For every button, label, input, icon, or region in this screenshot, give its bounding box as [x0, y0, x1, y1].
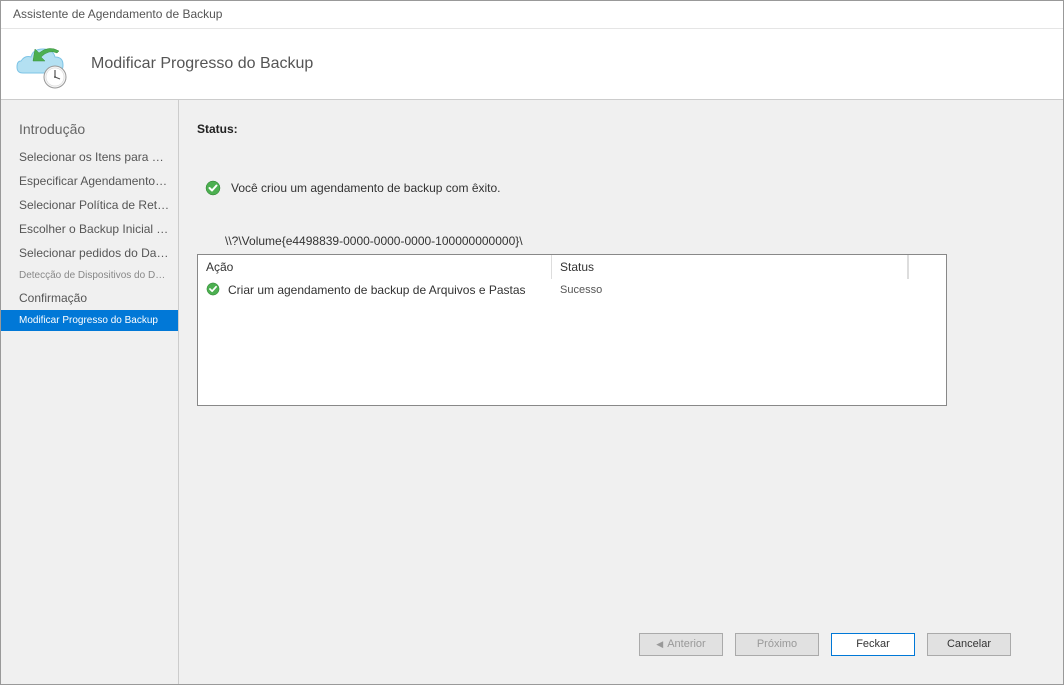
wizard-body: Introdução Selecionar os Itens para Back…	[1, 99, 1063, 684]
status-message: Você criou um agendamento de backup com …	[231, 181, 501, 195]
wizard-header: Modificar Progresso do Backup	[1, 29, 1063, 99]
table-row: Criar um agendamento de backup de Arquiv…	[198, 280, 946, 300]
previous-button[interactable]: ◀ Anterior	[639, 633, 723, 656]
status-row: Você criou um agendamento de backup com …	[205, 180, 1039, 196]
wizard-window: Assistente de Agendamento de Backup Modi…	[0, 0, 1064, 685]
wizard-footer: ◀ Anterior Próximo Feckar Cancelar	[197, 616, 1039, 672]
action-table: Ação Status Criar um agendamento de back…	[197, 254, 947, 406]
previous-label: Anterior	[667, 638, 706, 650]
sidebar-item-intro[interactable]: Introdução	[1, 116, 178, 145]
td-status: Sucesso	[552, 282, 946, 298]
window-title: Assistente de Agendamento de Backup	[1, 1, 1063, 29]
sidebar-item-schedule[interactable]: Especificar Agendamento de Backup ...	[1, 169, 178, 193]
sidebar-item-confirmation[interactable]: Confirmação	[1, 286, 178, 310]
sidebar-item-databox-detection[interactable]: Detecção de Dispositivos do Data Box	[1, 265, 178, 286]
wizard-heading: Modificar Progresso do Backup	[91, 55, 313, 73]
table-header: Ação Status	[198, 255, 946, 280]
success-check-icon	[205, 180, 221, 196]
sidebar-item-select-items[interactable]: Selecionar os Itens para Backup	[1, 145, 178, 169]
th-action[interactable]: Ação	[198, 255, 552, 279]
close-button[interactable]: Feckar	[831, 633, 915, 656]
chevron-left-icon: ◀	[656, 639, 663, 650]
cancel-button[interactable]: Cancelar	[927, 633, 1011, 656]
sidebar-item-progress[interactable]: Modificar Progresso do Backup	[1, 310, 178, 331]
th-spacer	[908, 255, 946, 279]
next-button[interactable]: Próximo	[735, 633, 819, 656]
sidebar-item-retention[interactable]: Selecionar Política de Retenção (F...	[1, 193, 178, 217]
wizard-sidebar: Introdução Selecionar os Itens para Back…	[1, 100, 179, 684]
close-label: Feckar	[856, 638, 890, 650]
status-label: Status:	[197, 122, 1039, 136]
row-success-icon	[206, 282, 222, 298]
sidebar-item-initial-backup[interactable]: Escolher o Backup Inicial Ty...	[1, 217, 178, 241]
next-label: Próximo	[757, 638, 797, 650]
backup-cloud-icon	[13, 39, 71, 89]
row-action-text: Criar um agendamento de backup de Arquiv…	[228, 283, 526, 297]
sidebar-item-databox-orders[interactable]: Selecionar pedidos do Data Box	[1, 241, 178, 265]
th-status[interactable]: Status	[552, 255, 908, 279]
td-action: Criar um agendamento de backup de Arquiv…	[198, 280, 552, 300]
cancel-label: Cancelar	[947, 638, 991, 650]
volume-path: \\?\Volume{e4498839-0000-0000-0000-10000…	[225, 234, 1039, 248]
wizard-content: Status: Você criou um agendamento de bac…	[179, 100, 1063, 684]
